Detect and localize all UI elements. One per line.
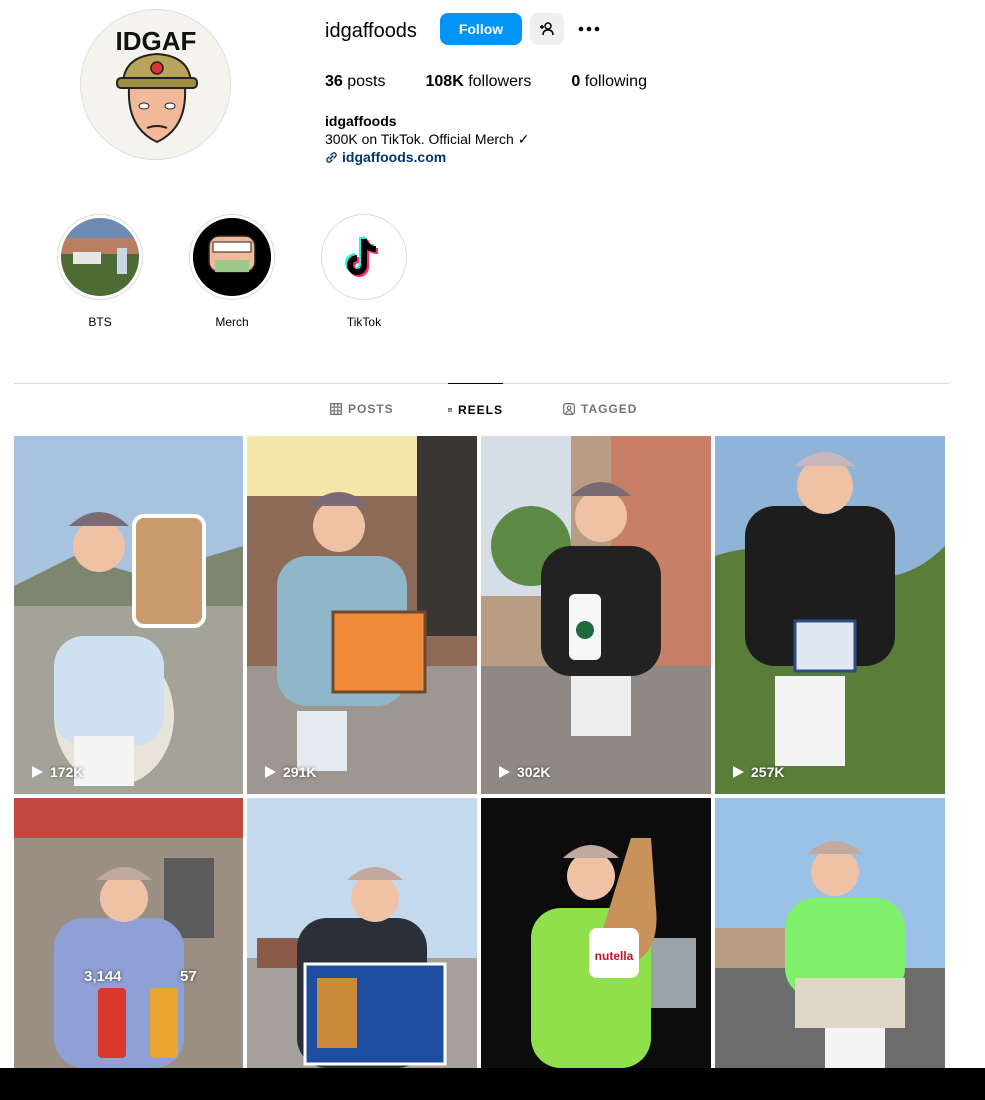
reel-tile[interactable]: 302K — [481, 436, 711, 794]
highlight-ring — [189, 214, 275, 300]
play-icon — [265, 766, 276, 778]
tab-posts[interactable]: POSTS — [330, 383, 394, 435]
reels-icon — [448, 407, 452, 412]
highlight-label: TikTok — [346, 315, 382, 329]
profile-username: idgaffoods — [325, 20, 417, 42]
bio-link[interactable]: idgaffoods.com — [325, 148, 529, 166]
highlight-label: BTS — [88, 315, 112, 329]
followers-count: 108K — [425, 73, 464, 90]
tab-posts-label: POSTS — [348, 402, 394, 416]
reel-thumbnail — [715, 798, 945, 1068]
bio-text: 300K on TikTok. Official Merch ✓ — [325, 131, 530, 147]
posts-count: 36 — [325, 73, 343, 90]
followers-label: followers — [468, 73, 532, 90]
profile-avatar[interactable]: IDGAF — [80, 9, 231, 160]
reel-thumbnail — [715, 436, 945, 794]
bio-link-text: idgaffoods.com — [342, 149, 447, 165]
reel-views-count: 172K — [50, 764, 84, 780]
reel-thumbnail — [247, 436, 477, 794]
reel-overlay-count-right: 57 — [180, 968, 197, 985]
reel-thumbnail: nutella — [481, 798, 711, 1068]
play-icon — [733, 766, 744, 778]
avatar-illustration: IDGAF — [81, 10, 230, 159]
reel-tile[interactable]: 291K — [247, 436, 477, 794]
highlight-thumbnail — [193, 218, 271, 296]
reel-thumbnail — [14, 798, 243, 1068]
tab-tagged-label: TAGGED — [581, 402, 638, 416]
following-label: following — [584, 73, 647, 90]
reel-views-count: 257K — [751, 764, 785, 780]
grid-icon — [330, 403, 342, 415]
avatar-logo-text: IDGAF — [116, 26, 197, 56]
reel-views-count: 302K — [517, 764, 551, 780]
reel-views: 257K — [731, 764, 784, 780]
reel-tile[interactable]: 257K — [715, 436, 945, 794]
reel-tile[interactable]: 172K — [14, 436, 243, 794]
posts-stat: 36 posts — [325, 73, 386, 91]
reel-thumbnail — [481, 436, 711, 794]
highlight-ring — [57, 214, 143, 300]
reel-overlay-count-left: 3,144 — [84, 968, 122, 985]
reel-thumbnail — [14, 436, 243, 794]
more-dots-icon — [578, 26, 600, 32]
tiktok-logo-icon — [345, 236, 379, 277]
highlight-label: Merch — [215, 315, 249, 329]
highlight-bts[interactable]: BTS — [55, 214, 145, 329]
reel-tile[interactable] — [715, 798, 945, 1068]
bio-name: idgaffoods — [325, 113, 397, 129]
tab-tagged[interactable]: TAGGED — [563, 383, 637, 435]
highlight-ring — [321, 214, 407, 300]
add-person-icon — [540, 22, 554, 36]
following-count: 0 — [571, 73, 581, 90]
link-icon — [326, 151, 337, 163]
following-stat[interactable]: 0 following — [571, 73, 647, 91]
reel-tile[interactable] — [247, 798, 477, 1068]
svg-text:nutella: nutella — [595, 949, 634, 963]
play-icon — [32, 766, 43, 778]
reel-views: 172K — [30, 764, 83, 780]
tab-reels[interactable]: REELS — [448, 383, 503, 435]
tagged-icon — [563, 403, 575, 415]
posts-label: posts — [347, 73, 386, 90]
reel-tile[interactable]: 3,144 57 — [14, 798, 243, 1068]
highlight-tiktok[interactable]: TikTok — [319, 214, 409, 329]
reel-views: 291K — [263, 764, 316, 780]
suggested-accounts-button[interactable] — [530, 13, 564, 45]
bottom-black-bar — [0, 1068, 985, 1100]
reel-views-count: 291K — [283, 764, 317, 780]
highlight-thumbnail — [325, 218, 403, 296]
tab-reels-label: REELS — [457, 402, 503, 417]
reel-tile[interactable]: nutella — [481, 798, 711, 1068]
highlight-merch[interactable]: Merch — [187, 214, 277, 329]
profile-bio: idgaffoods 300K on TikTok. Official Merc… — [325, 112, 529, 166]
reel-thumbnail — [247, 798, 477, 1068]
play-icon — [499, 766, 510, 778]
follow-button[interactable]: Follow — [440, 13, 522, 45]
more-options-button[interactable] — [574, 14, 604, 44]
reel-views: 302K — [497, 764, 550, 780]
highlight-thumbnail — [61, 218, 139, 296]
profile-stats: 36 posts 108K followers 0 following — [325, 73, 687, 91]
followers-stat[interactable]: 108K followers — [426, 73, 532, 91]
